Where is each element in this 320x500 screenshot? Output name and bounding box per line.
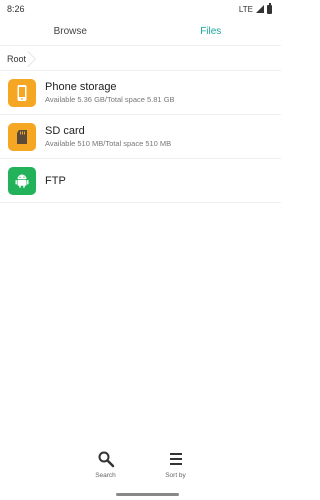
item-text: Phone storage Available 5.36 GB/Total sp… bbox=[45, 80, 175, 105]
breadcrumb-root[interactable]: Root bbox=[7, 48, 38, 70]
tab-browse[interactable]: Browse bbox=[0, 18, 141, 45]
sd-card-icon bbox=[8, 122, 36, 151]
sort-icon bbox=[169, 453, 182, 465]
list-item-ftp[interactable]: FTP bbox=[0, 159, 281, 203]
item-title: SD card bbox=[45, 125, 85, 137]
sort-label: Sort by bbox=[165, 472, 186, 479]
search-button[interactable]: Search bbox=[86, 450, 126, 490]
phone-icon bbox=[8, 78, 36, 107]
status-icons: LTE bbox=[238, 2, 272, 14]
tab-bar: Browse Files bbox=[0, 18, 281, 46]
item-title: FTP bbox=[45, 174, 66, 187]
screen: 8:26 LTE Browse Files Root Phone storage… bbox=[0, 0, 281, 500]
item-title: Phone storage bbox=[45, 81, 117, 93]
sort-button[interactable]: Sort by bbox=[156, 450, 196, 490]
tab-files[interactable]: Files bbox=[141, 18, 282, 45]
storage-list: Phone storage Available 5.36 GB/Total sp… bbox=[0, 71, 281, 203]
signal-icon bbox=[256, 5, 264, 13]
bottom-toolbar: Search Sort by bbox=[0, 450, 281, 490]
status-bar: 8:26 LTE bbox=[0, 0, 281, 18]
search-label: Search bbox=[95, 472, 116, 479]
status-time: 8:26 bbox=[7, 4, 25, 14]
search-icon bbox=[98, 451, 114, 468]
breadcrumb: Root bbox=[0, 48, 38, 70]
item-subtitle: Available 5.36 GB/Total space 5.81 GB bbox=[45, 95, 175, 104]
list-item-sd-card[interactable]: SD card Available 510 MB/Total space 510… bbox=[0, 115, 281, 159]
network-label: LTE bbox=[238, 4, 253, 14]
battery-icon bbox=[267, 2, 272, 14]
home-indicator[interactable] bbox=[116, 493, 179, 496]
item-text: SD card Available 510 MB/Total space 510… bbox=[45, 124, 171, 149]
android-icon bbox=[8, 166, 36, 195]
item-text: FTP bbox=[45, 174, 66, 188]
item-subtitle: Available 510 MB/Total space 510 MB bbox=[45, 139, 172, 148]
list-item-phone-storage[interactable]: Phone storage Available 5.36 GB/Total sp… bbox=[0, 71, 281, 115]
